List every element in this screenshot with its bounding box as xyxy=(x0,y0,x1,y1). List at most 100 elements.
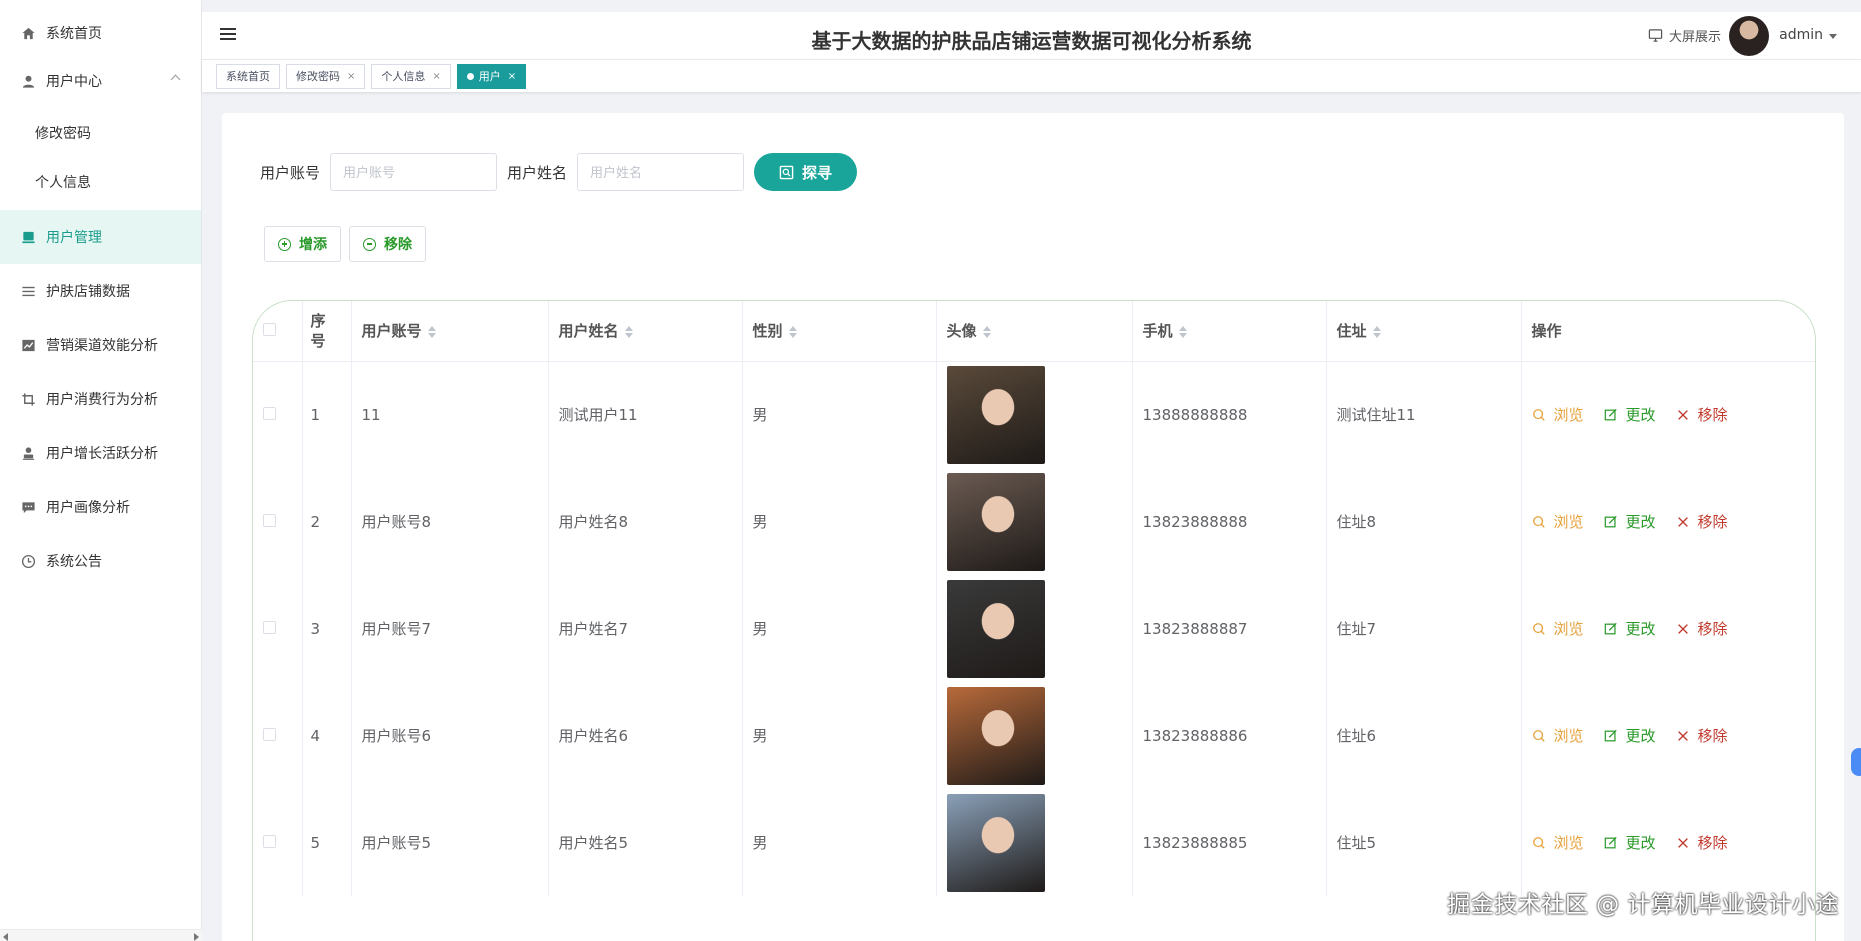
sidebar-item-consumption[interactable]: 用户消费行为分析 xyxy=(0,372,201,426)
account-input[interactable] xyxy=(330,153,498,191)
crop-icon xyxy=(20,391,36,407)
floating-handle[interactable] xyxy=(1851,748,1861,776)
cell-ops: 浏览 更改 移除 xyxy=(1521,361,1815,468)
sidebar-item-notice[interactable]: 系统公告 xyxy=(0,534,201,588)
edit-button[interactable]: 更改 xyxy=(1604,511,1656,532)
user-photo[interactable] xyxy=(946,686,1045,785)
edit-button[interactable]: 更改 xyxy=(1604,404,1656,425)
scroll-right-icon[interactable] xyxy=(194,933,199,941)
user-name[interactable]: admin xyxy=(1779,27,1823,43)
cell-account: 用户账号6 xyxy=(351,682,549,789)
header-photo[interactable]: 头像 xyxy=(936,301,1133,362)
edit-button[interactable]: 更改 xyxy=(1604,832,1656,853)
header-gender[interactable]: 性别 xyxy=(742,301,937,362)
cell-photo xyxy=(936,789,1133,896)
tab-user[interactable]: 用户 × xyxy=(456,63,527,89)
cell-index: 3 xyxy=(302,575,352,682)
delete-button[interactable]: 移除 xyxy=(1676,511,1728,532)
sidebar-item-label: 用户增长活跃分析 xyxy=(46,446,158,462)
scroll-left-icon[interactable] xyxy=(3,933,8,941)
close-icon[interactable]: × xyxy=(347,71,355,82)
delete-button[interactable]: 移除 xyxy=(1676,832,1728,853)
remove-button[interactable]: 移除 xyxy=(349,226,426,262)
sort-icon[interactable] xyxy=(1372,325,1381,338)
delete-button[interactable]: 移除 xyxy=(1676,618,1728,639)
cell-photo xyxy=(936,575,1133,682)
sidebar-item-portrait[interactable]: 用户画像分析 xyxy=(0,480,201,534)
cell-gender: 男 xyxy=(742,361,937,468)
sidebar-item-change-password[interactable]: 修改密码 xyxy=(0,108,201,157)
clock-icon xyxy=(20,553,36,569)
bigscreen-button[interactable]: 大屏展示 xyxy=(1648,26,1721,45)
row-select-cell xyxy=(253,361,303,468)
watermark: 掘金技术社区 @ 计算机毕业设计小途 xyxy=(1447,892,1839,918)
menu-toggle-icon[interactable] xyxy=(220,28,236,42)
edit-icon xyxy=(1604,408,1617,421)
sidebar-item-marketing[interactable]: 营销渠道效能分析 xyxy=(0,318,201,372)
view-button[interactable]: 浏览 xyxy=(1532,725,1584,746)
view-button[interactable]: 浏览 xyxy=(1532,832,1584,853)
close-icon xyxy=(1677,409,1688,420)
edit-button[interactable]: 更改 xyxy=(1604,618,1656,639)
user-photo[interactable] xyxy=(946,579,1045,678)
header-account[interactable]: 用户账号 xyxy=(351,301,549,362)
row-checkbox[interactable] xyxy=(263,513,276,527)
view-button[interactable]: 浏览 xyxy=(1532,511,1584,532)
delete-button[interactable]: 移除 xyxy=(1676,725,1728,746)
select-all-checkbox[interactable] xyxy=(263,322,276,336)
delete-button[interactable]: 移除 xyxy=(1676,404,1728,425)
header-address[interactable]: 住址 xyxy=(1326,301,1522,362)
table-row: 4 用户账号6 用户姓名6 男 13823888886 住址6 浏览 更改 移除 xyxy=(253,682,1815,789)
header-phone[interactable]: 手机 xyxy=(1132,301,1327,362)
sidebar-item-growth[interactable]: 用户增长活跃分析 xyxy=(0,426,201,480)
user-photo[interactable] xyxy=(946,365,1045,464)
row-checkbox[interactable] xyxy=(263,620,276,634)
avatar[interactable] xyxy=(1729,16,1769,56)
view-button[interactable]: 浏览 xyxy=(1532,404,1584,425)
sidebar-item-user-manage[interactable]: 用户管理 xyxy=(0,210,201,264)
cell-phone: 13823888887 xyxy=(1132,575,1327,682)
user-table: 序号 用户账号 用户姓名 性别 头像 手机 住址 操作 1 11 测试用户11 … xyxy=(252,300,1816,941)
row-checkbox[interactable] xyxy=(263,834,276,848)
cell-account: 用户账号5 xyxy=(351,789,549,896)
header-name[interactable]: 用户姓名 xyxy=(548,301,743,362)
minus-circle-icon xyxy=(363,237,376,251)
sort-icon[interactable] xyxy=(1178,325,1187,338)
sidebar-item-label: 用户画像分析 xyxy=(46,500,130,516)
name-input[interactable] xyxy=(577,153,745,191)
sidebar-item-home[interactable]: 系统首页 xyxy=(0,0,201,54)
tab-change-password[interactable]: 修改密码 × xyxy=(286,63,366,89)
caret-down-icon[interactable] xyxy=(1829,34,1837,39)
sort-icon[interactable] xyxy=(788,325,797,338)
sidebar-item-store-data[interactable]: 护肤店铺数据 xyxy=(0,264,201,318)
edit-button[interactable]: 更改 xyxy=(1604,725,1656,746)
tabs-bar: 系统首页 修改密码 × 个人信息 × 用户 × xyxy=(202,60,1861,92)
search-button[interactable]: 探寻 xyxy=(754,153,858,191)
user-photo[interactable] xyxy=(946,472,1045,571)
tab-label: 用户 xyxy=(478,70,501,83)
row-checkbox[interactable] xyxy=(263,406,276,420)
sort-icon[interactable] xyxy=(624,325,633,338)
sidebar-item-label: 护肤店铺数据 xyxy=(46,284,130,300)
user-photo[interactable] xyxy=(946,793,1045,892)
cell-name: 用户姓名8 xyxy=(548,468,743,575)
view-button[interactable]: 浏览 xyxy=(1532,618,1584,639)
cell-gender: 男 xyxy=(742,575,937,682)
sidebar-item-profile[interactable]: 个人信息 xyxy=(0,157,201,206)
row-checkbox[interactable] xyxy=(263,727,276,741)
close-icon xyxy=(1677,623,1688,634)
sort-icon[interactable] xyxy=(427,325,436,338)
chevron-up-icon xyxy=(170,74,181,85)
top-header: 基于大数据的护肤品店铺运营数据可视化分析系统 大屏展示 admin xyxy=(202,12,1861,60)
tab-profile[interactable]: 个人信息 × xyxy=(371,63,451,89)
close-icon[interactable]: × xyxy=(432,71,440,82)
cell-address: 住址7 xyxy=(1326,575,1522,682)
tab-home[interactable]: 系统首页 xyxy=(216,63,280,89)
cell-photo xyxy=(936,361,1133,468)
sidebar-horizontal-scrollbar[interactable] xyxy=(0,929,202,941)
header-ops: 操作 xyxy=(1521,301,1815,362)
sidebar-item-user-center[interactable]: 用户中心 xyxy=(0,54,201,108)
add-button[interactable]: 增添 xyxy=(264,226,341,262)
sort-icon[interactable] xyxy=(982,325,991,338)
close-icon[interactable]: × xyxy=(508,71,516,82)
